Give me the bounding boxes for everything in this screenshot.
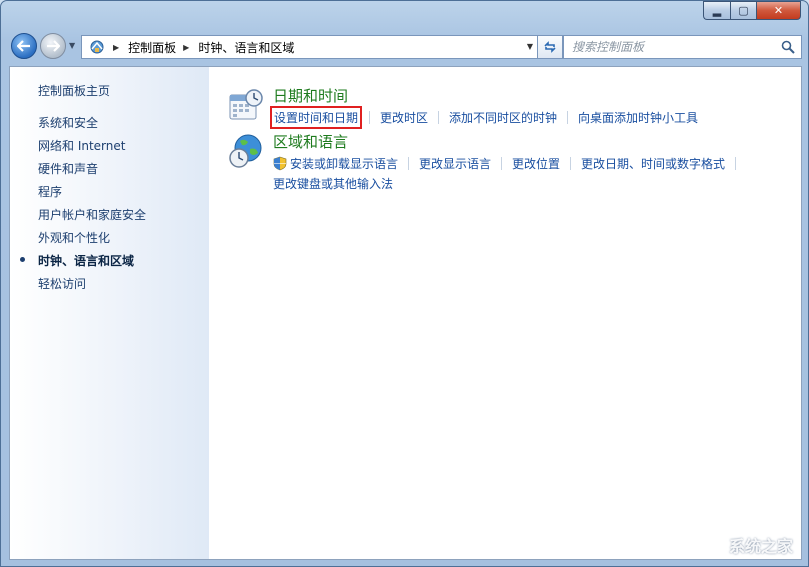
arrow-right-icon: [47, 40, 60, 52]
chevron-right-icon[interactable]: ▶: [113, 43, 119, 52]
category-title-region-language[interactable]: 区域和语言: [273, 131, 348, 152]
sidebar-item-clock-language-region[interactable]: 时钟、语言和区域: [19, 252, 146, 275]
link-separator: [570, 156, 572, 170]
sidebar-item-appearance[interactable]: 外观和个性化: [38, 229, 146, 252]
recent-pages-dropdown[interactable]: ▼: [69, 41, 75, 50]
close-button[interactable]: ✕: [756, 1, 801, 20]
navigation-toolbar: ▼ ▶ 控制面板 ▶ 时钟、语言和区域 ▼: [9, 31, 802, 63]
sidebar-item-programs[interactable]: 程序: [38, 183, 146, 206]
breadcrumb: ▶ 控制面板 ▶ 时钟、语言和区域: [106, 39, 294, 56]
link-change-time-zone[interactable]: 更改时区: [380, 109, 428, 126]
region-language-links: 安装或卸载显示语言 更改显示语言 更改位置 更改日期、时间或数字格式 更改键盘或…: [273, 153, 793, 193]
link-separator: [408, 156, 410, 170]
window-controls: ▂ ▢ ✕: [703, 1, 801, 20]
back-button[interactable]: [11, 33, 37, 59]
link-separator: [369, 110, 371, 124]
chevron-right-icon[interactable]: ▶: [183, 43, 189, 52]
link-change-keyboards[interactable]: 更改键盘或其他输入法: [273, 175, 393, 192]
uac-shield-icon: [273, 156, 287, 170]
chevron-down-icon[interactable]: ▼: [527, 42, 533, 51]
category-title-date-time[interactable]: 日期和时间: [273, 85, 348, 106]
breadcrumb-control-panel[interactable]: 控制面板: [128, 39, 176, 56]
search-input[interactable]: [570, 39, 774, 55]
search-icon[interactable]: [781, 40, 795, 57]
sidebar: 控制面板主页 系统和安全 网络和 Internet 硬件和声音 程序 用户帐户和…: [10, 67, 209, 559]
forward-button[interactable]: [40, 33, 66, 59]
link-separator: [438, 110, 440, 124]
date-time-links: 设置时间和日期 更改时区 添加不同时区的时钟 向桌面添加时钟小工具: [269, 105, 793, 129]
minimize-button[interactable]: ▂: [703, 1, 730, 20]
link-set-time-date[interactable]: 设置时间和日期: [269, 105, 363, 129]
address-bar[interactable]: ▶ 控制面板 ▶ 时钟、语言和区域 ▼: [81, 35, 539, 59]
link-install-display-language[interactable]: 安装或卸载显示语言: [290, 155, 398, 172]
link-separator: [567, 110, 569, 124]
link-change-formats[interactable]: 更改日期、时间或数字格式: [581, 155, 725, 172]
window-frame: ▂ ▢ ✕ ▼ ▶ 控制面板 ▶ 时钟、语言和区域 ▼ 搜索控制面板 控制面板主…: [0, 0, 809, 567]
link-separator: [501, 156, 503, 170]
breadcrumb-clock-language-region[interactable]: 时钟、语言和区域: [198, 39, 294, 56]
watermark-logo: 系统之家: [728, 537, 793, 556]
refresh-icon: [544, 41, 556, 53]
sidebar-item-system-security[interactable]: 系统和安全: [38, 114, 146, 137]
link-add-clock-gadget[interactable]: 向桌面添加时钟小工具: [578, 109, 698, 126]
arrow-left-icon: [17, 40, 30, 52]
globe-clock-icon: [229, 134, 262, 168]
sidebar-item-hardware-sound[interactable]: 硬件和声音: [38, 160, 146, 183]
link-separator: [735, 156, 737, 170]
refresh-button[interactable]: [537, 35, 563, 59]
sidebar-home-link[interactable]: 控制面板主页: [38, 82, 110, 99]
link-change-location[interactable]: 更改位置: [512, 155, 560, 172]
calendar-clock-icon: [229, 89, 263, 120]
control-panel-icon: [88, 39, 106, 55]
sidebar-item-user-accounts[interactable]: 用户帐户和家庭安全: [38, 206, 146, 229]
sidebar-list: 系统和安全 网络和 Internet 硬件和声音 程序 用户帐户和家庭安全 外观…: [19, 114, 146, 298]
maximize-button[interactable]: ▢: [730, 1, 756, 20]
link-add-clocks[interactable]: 添加不同时区的时钟: [449, 109, 557, 126]
sidebar-item-network-internet[interactable]: 网络和 Internet: [38, 137, 146, 160]
search-box: [563, 35, 802, 59]
link-change-display-language[interactable]: 更改显示语言: [419, 155, 491, 172]
sidebar-item-ease-of-access[interactable]: 轻松访问: [38, 275, 146, 298]
content-area: 控制面板主页 系统和安全 网络和 Internet 硬件和声音 程序 用户帐户和…: [9, 66, 802, 560]
